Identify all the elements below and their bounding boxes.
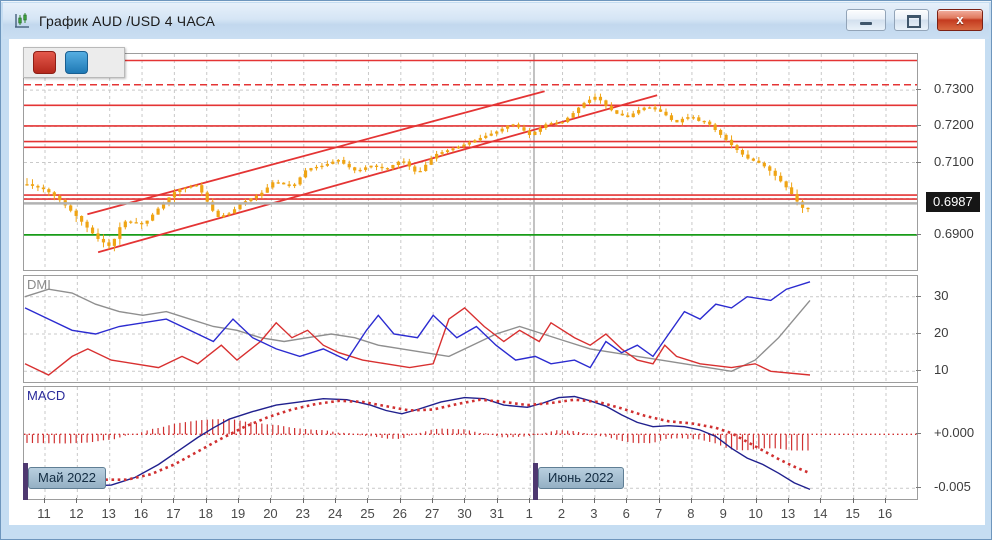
price-axis-label: 0.7300 bbox=[934, 81, 974, 96]
grid-lines bbox=[24, 387, 917, 499]
macd-axis-label: -0.005 bbox=[934, 479, 971, 494]
maximize-button[interactable] bbox=[894, 9, 929, 31]
grid-lines bbox=[24, 54, 917, 270]
x-axis-day-label: 26 bbox=[385, 506, 415, 521]
x-axis-day-label: 13 bbox=[94, 506, 124, 521]
price-axis-label: 0.6900 bbox=[934, 226, 974, 241]
x-axis-day-label: 31 bbox=[482, 506, 512, 521]
close-button[interactable]: x bbox=[937, 9, 983, 31]
x-axis-day-label: 13 bbox=[773, 506, 803, 521]
price-axis-label: 0.7100 bbox=[934, 154, 974, 169]
x-axis-day-label: 1 bbox=[514, 506, 544, 521]
x-axis-day-label: 20 bbox=[255, 506, 285, 521]
minimize-icon bbox=[860, 22, 872, 25]
x-axis-day-label: 16 bbox=[126, 506, 156, 521]
macd-panel[interactable]: MACD bbox=[23, 386, 918, 500]
dmi-panel-label: DMI bbox=[27, 277, 51, 292]
minimize-button[interactable] bbox=[846, 9, 886, 31]
x-axis-day-label: 3 bbox=[579, 506, 609, 521]
x-axis-day-label: 25 bbox=[352, 506, 382, 521]
maximize-icon bbox=[907, 15, 921, 28]
x-axis-day-label: 10 bbox=[741, 506, 771, 521]
x-axis-day-label: 24 bbox=[320, 506, 350, 521]
dmi-axis-label: 10 bbox=[934, 362, 948, 377]
window-title: График AUD /USD 4 ЧАСА bbox=[39, 13, 215, 29]
candles bbox=[25, 93, 809, 251]
x-axis-day-label: 18 bbox=[191, 506, 221, 521]
x-axis-day-label: 23 bbox=[288, 506, 318, 521]
chart-toolbar bbox=[23, 47, 125, 78]
title-bar[interactable]: График AUD /USD 4 ЧАСА x bbox=[3, 3, 989, 39]
x-axis-day-label: 14 bbox=[805, 506, 835, 521]
dmi-panel[interactable]: DMI bbox=[23, 275, 918, 383]
window-controls: x bbox=[846, 9, 983, 31]
x-axis-day-label: 2 bbox=[547, 506, 577, 521]
red-marker-tool-button[interactable] bbox=[33, 51, 56, 74]
dmi-axis-label: 20 bbox=[934, 325, 948, 340]
close-icon: x bbox=[938, 12, 982, 27]
x-axis-day-label: 30 bbox=[449, 506, 479, 521]
dmi-axis-label: 30 bbox=[934, 288, 948, 303]
chart-window: График AUD /USD 4 ЧАСА x DMI MACD 0.6987… bbox=[0, 0, 992, 540]
resistance-lines[interactable] bbox=[24, 61, 917, 200]
x-axis-day-label: 27 bbox=[417, 506, 447, 521]
chart-content-area: DMI MACD 0.6987 0.7300 0.7200 0.7100 0.6900… bbox=[9, 39, 985, 525]
current-price-badge: 0.6987 bbox=[926, 192, 980, 212]
x-axis-day-label: 16 bbox=[870, 506, 900, 521]
x-axis-day-label: 8 bbox=[676, 506, 706, 521]
x-axis-day-label: 12 bbox=[61, 506, 91, 521]
x-axis-day-label: 11 bbox=[29, 506, 59, 521]
x-axis-day-label: 7 bbox=[644, 506, 674, 521]
x-axis-day-label: 9 bbox=[708, 506, 738, 521]
x-axis-day-label: 19 bbox=[223, 506, 253, 521]
macd-panel-label: MACD bbox=[27, 388, 65, 403]
candlestick-chart-icon bbox=[13, 12, 31, 30]
x-axis-day-label: 17 bbox=[158, 506, 188, 521]
macd-axis-label: +0.000 bbox=[934, 425, 974, 440]
x-axis-day-label: 6 bbox=[611, 506, 641, 521]
price-axis-label: 0.7200 bbox=[934, 117, 974, 132]
x-axis-day-label: 15 bbox=[838, 506, 868, 521]
blue-marker-tool-button[interactable] bbox=[65, 51, 88, 74]
price-chart-panel[interactable] bbox=[23, 53, 918, 271]
